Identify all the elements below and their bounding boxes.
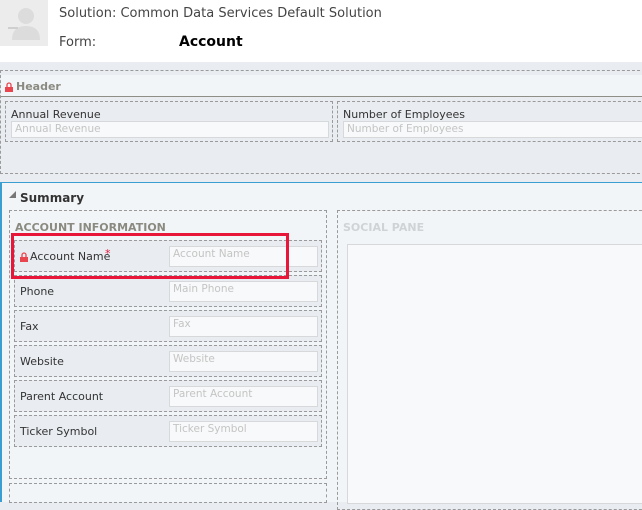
highlight-box bbox=[11, 233, 289, 279]
next-section bbox=[9, 483, 327, 503]
phone-row[interactable]: Phone Main Phone bbox=[14, 275, 322, 307]
header-section-title: Header bbox=[16, 80, 61, 93]
form-label: Form: bbox=[59, 35, 97, 50]
annual-revenue-input[interactable]: Annual Revenue bbox=[11, 121, 329, 138]
collapse-triangle-icon[interactable] bbox=[9, 191, 16, 198]
fax-label: Fax bbox=[20, 320, 39, 333]
phone-label: Phone bbox=[20, 285, 55, 298]
number-of-employees-field[interactable]: Number of Employees Number of Employees bbox=[337, 101, 642, 142]
social-pane-section: SOCIAL PANE bbox=[337, 210, 642, 510]
entity-image-placeholder bbox=[0, 0, 48, 46]
lock-icon bbox=[5, 82, 13, 92]
form-header-bar: Solution: Common Data Services Default S… bbox=[0, 0, 642, 62]
social-pane-content bbox=[347, 244, 642, 504]
social-pane-title: SOCIAL PANE bbox=[343, 221, 425, 234]
website-row[interactable]: Website Website bbox=[14, 345, 322, 377]
fax-input[interactable]: Fax bbox=[169, 316, 318, 337]
ticker-symbol-label: Ticker Symbol bbox=[20, 425, 98, 438]
ticker-symbol-row[interactable]: Ticker Symbol Ticker Symbol bbox=[14, 415, 322, 447]
form-name: Account bbox=[179, 34, 243, 50]
number-of-employees-input[interactable]: Number of Employees bbox=[343, 121, 642, 138]
header-section[interactable]: Header Annual Revenue Annual Revenue Num… bbox=[0, 70, 642, 174]
ticker-symbol-input[interactable]: Ticker Symbol bbox=[169, 421, 318, 442]
number-of-employees-label: Number of Employees bbox=[343, 108, 465, 121]
solution-label: Solution: Common Data Services Default S… bbox=[59, 6, 382, 21]
header-section-bar: Header bbox=[1, 75, 642, 97]
parent-account-row[interactable]: Parent Account Parent Account bbox=[14, 380, 322, 412]
phone-input[interactable]: Main Phone bbox=[169, 281, 318, 302]
summary-title: Summary bbox=[20, 191, 85, 205]
annual-revenue-label: Annual Revenue bbox=[11, 108, 101, 121]
person-icon bbox=[8, 8, 40, 40]
parent-account-label: Parent Account bbox=[20, 390, 104, 403]
parent-account-input[interactable]: Parent Account bbox=[169, 386, 318, 407]
summary-tab: Summary ACCOUNT INFORMATION SOCIAL PANE bbox=[0, 182, 642, 510]
annual-revenue-field[interactable]: Annual Revenue Annual Revenue bbox=[5, 101, 333, 142]
website-input[interactable]: Website bbox=[169, 351, 318, 372]
website-label: Website bbox=[20, 355, 64, 368]
fax-row[interactable]: Fax Fax bbox=[14, 310, 322, 342]
